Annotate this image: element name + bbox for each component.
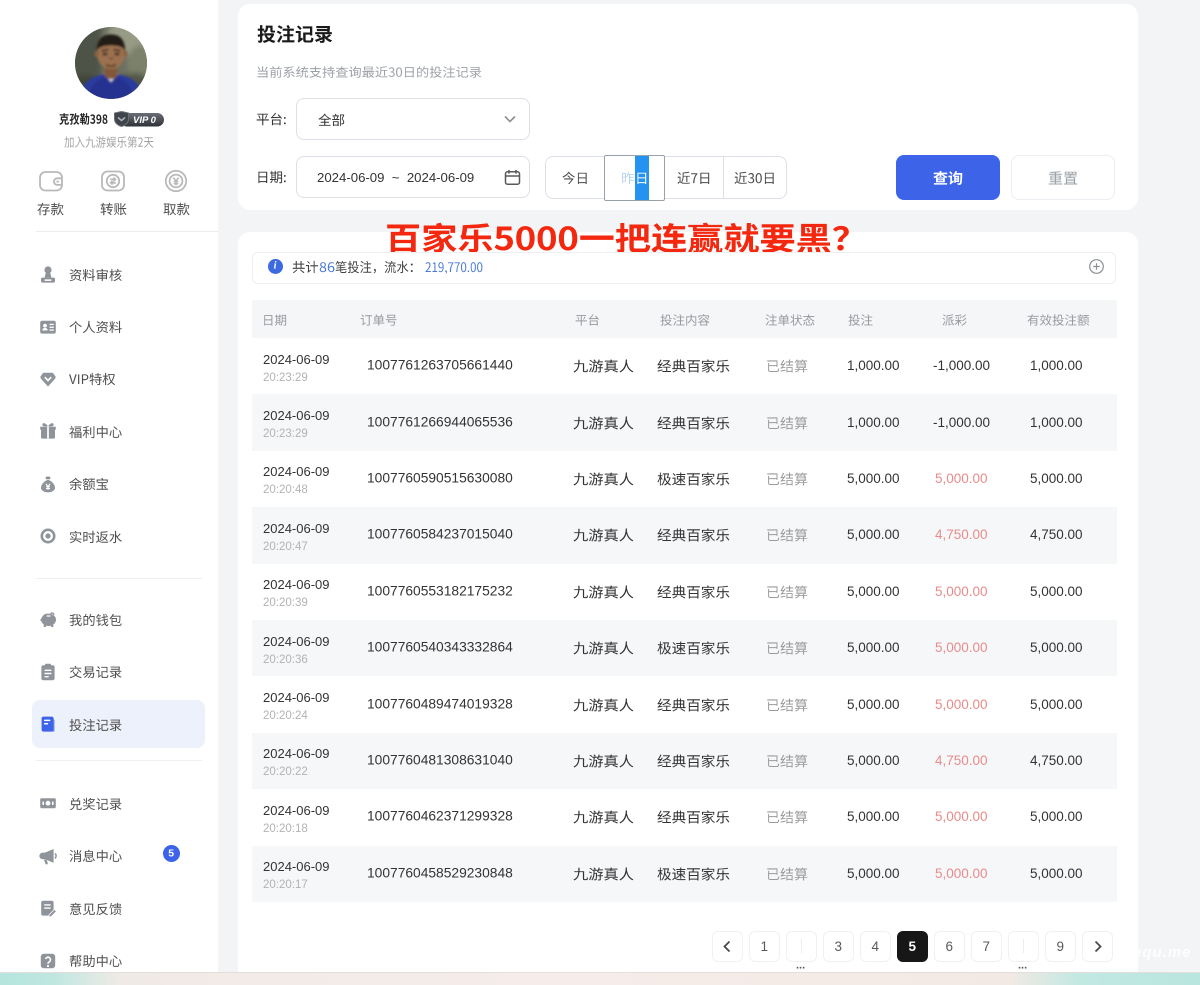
svg-text:VIP 0: VIP 0: [133, 115, 157, 126]
